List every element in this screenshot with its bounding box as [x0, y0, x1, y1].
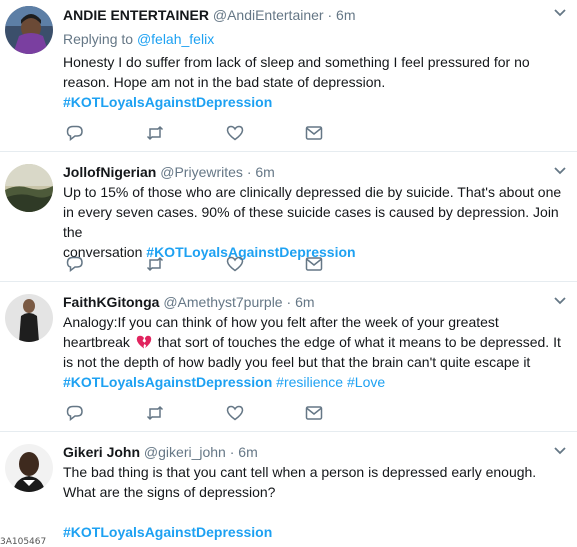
display-name[interactable]: JollofNigerian — [63, 164, 156, 180]
timestamp[interactable]: 6m — [238, 444, 257, 460]
separator: · — [286, 294, 292, 310]
hashtag-link[interactable]: #KOTLoyalsAgainstDepression — [63, 374, 272, 390]
like-icon[interactable] — [226, 256, 244, 272]
text-line: Analogy:If you can think of how you felt… — [63, 314, 499, 330]
timestamp[interactable]: 6m — [295, 294, 314, 310]
avatar[interactable] — [5, 294, 53, 342]
tweet-text: Honesty I do suffer from lack of sleep a… — [63, 52, 568, 112]
tweet-actions — [66, 256, 346, 272]
reply-icon[interactable] — [66, 125, 84, 141]
footer-fragment: 3A105467 — [0, 537, 47, 547]
tweet-actions — [66, 405, 346, 421]
hashtag-link[interactable]: #Love — [347, 374, 385, 390]
retweet-icon[interactable] — [146, 405, 164, 421]
text-line: that sort of touches the edge of what it… — [157, 334, 561, 350]
text-line: heartbreak — [63, 334, 130, 350]
caret-down-icon[interactable] — [553, 296, 567, 306]
timestamp[interactable]: 6m — [336, 7, 355, 23]
reply-icon[interactable] — [66, 256, 84, 272]
tweet-text: Up to 15% of those who are clinically de… — [63, 182, 568, 262]
text-line: Up to 15% of those who are clinically de… — [63, 184, 562, 200]
text-line: What are the signs of depression? — [63, 484, 276, 500]
user-handle[interactable]: @Priyewrites — [160, 164, 243, 180]
caret-down-icon[interactable] — [553, 8, 567, 18]
retweet-icon[interactable] — [146, 125, 164, 141]
replying-to: Replying to @felah_felix — [63, 30, 214, 48]
broken-heart-icon — [136, 335, 152, 349]
message-icon[interactable] — [305, 125, 323, 141]
text-line: The bad thing is that you cant tell when… — [63, 464, 537, 480]
text-line: in every seven cases. 90% of these suici… — [63, 204, 559, 240]
caret-down-icon[interactable] — [553, 446, 567, 456]
avatar[interactable] — [5, 6, 53, 54]
timestamp[interactable]: 6m — [255, 164, 274, 180]
tweet-header: Gikeri John @gikeri_john · 6m — [63, 443, 258, 461]
text-line: reason. Hope am not in the bad state of … — [63, 74, 386, 90]
tweet-header: ANDIE ENTERTAINER @AndiEntertainer · 6m — [63, 6, 355, 24]
user-handle[interactable]: @AndiEntertainer — [213, 7, 324, 23]
tweet[interactable]: FaithKGitonga @Amethyst7purple · 6m Anal… — [0, 282, 577, 432]
replying-to-link[interactable]: @felah_felix — [137, 31, 214, 47]
reply-icon[interactable] — [66, 405, 84, 421]
caret-down-icon[interactable] — [553, 166, 567, 176]
display-name[interactable]: FaithKGitonga — [63, 294, 159, 310]
hashtag-link[interactable]: #KOTLoyalsAgainstDepression — [63, 524, 272, 540]
message-icon[interactable] — [305, 256, 323, 272]
tweet[interactable]: Gikeri John @gikeri_john · 6m The bad th… — [0, 432, 577, 544]
tweet-header: FaithKGitonga @Amethyst7purple · 6m — [63, 293, 315, 311]
tweet-header: JollofNigerian @Priyewrites · 6m — [63, 163, 275, 181]
user-handle[interactable]: @Amethyst7purple — [163, 294, 282, 310]
hashtag-link[interactable]: #resilience — [276, 374, 343, 390]
display-name[interactable]: ANDIE ENTERTAINER — [63, 7, 209, 23]
message-icon[interactable] — [305, 405, 323, 421]
text-line: is not the depth of how badly you feel b… — [63, 354, 531, 370]
display-name[interactable]: Gikeri John — [63, 444, 140, 460]
tweet[interactable]: ANDIE ENTERTAINER @AndiEntertainer · 6m … — [0, 0, 577, 152]
tweet-actions — [66, 125, 346, 141]
tweet[interactable]: JollofNigerian @Priyewrites · 6m Up to 1… — [0, 152, 577, 282]
retweet-icon[interactable] — [146, 256, 164, 272]
avatar[interactable] — [5, 444, 53, 492]
tweet-text: Analogy:If you can think of how you felt… — [63, 312, 568, 392]
like-icon[interactable] — [226, 405, 244, 421]
hashtag-link[interactable]: #KOTLoyalsAgainstDepression — [63, 94, 272, 110]
avatar[interactable] — [5, 164, 53, 212]
separator: · — [229, 444, 235, 460]
text-line: Honesty I do suffer from lack of sleep a… — [63, 54, 530, 70]
separator: · — [246, 164, 252, 180]
separator: · — [327, 7, 333, 23]
tweet-text: The bad thing is that you cant tell when… — [63, 462, 568, 542]
replying-prefix: Replying to — [63, 31, 137, 47]
user-handle[interactable]: @gikeri_john — [144, 444, 226, 460]
like-icon[interactable] — [226, 125, 244, 141]
